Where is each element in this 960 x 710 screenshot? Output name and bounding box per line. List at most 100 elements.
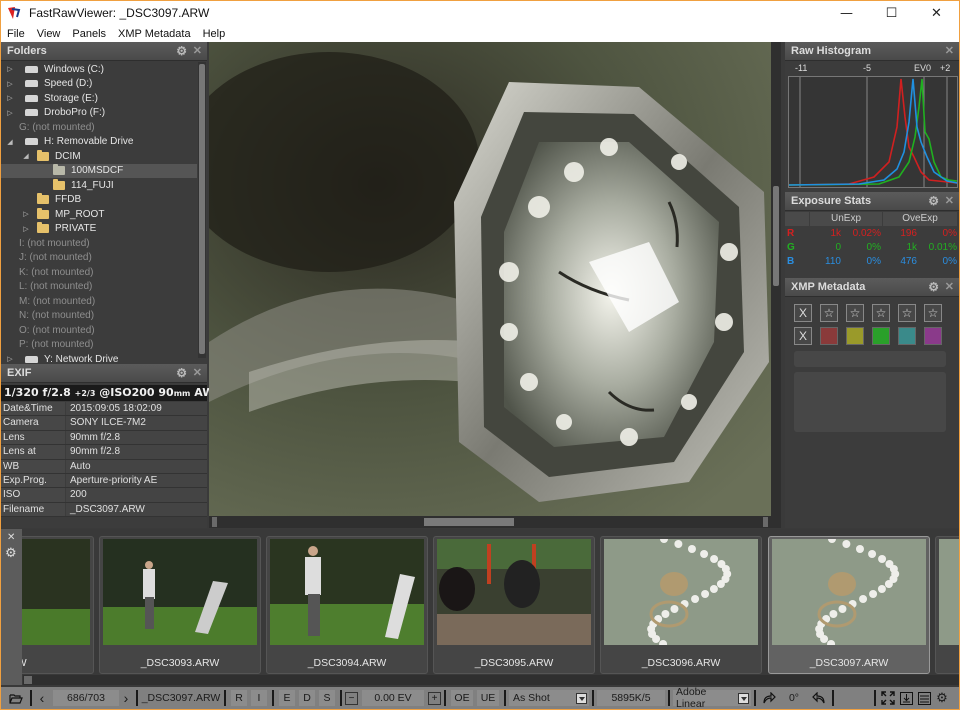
info-toggle[interactable]: I (251, 690, 267, 706)
settings-panel-icon[interactable] (915, 690, 933, 706)
viewer-horizontal-scrollbar[interactable] (209, 516, 771, 528)
embedded-toggle[interactable]: E (279, 690, 295, 706)
chevron-down-icon[interactable] (738, 692, 749, 704)
folder-tree-item[interactable]: 114_FUJI (1, 178, 197, 193)
folder-tree-item[interactable]: ◢ H: Removable Drive (1, 135, 197, 150)
close-panel-icon[interactable]: ✕ (945, 280, 954, 293)
xmp-title-field[interactable] (794, 351, 946, 367)
scroll-left-handle[interactable] (212, 517, 217, 527)
open-folder-icon[interactable] (5, 690, 27, 706)
color-label-button[interactable] (846, 327, 864, 345)
star-4-button[interactable]: ☆ (898, 304, 916, 322)
folder-tree-item[interactable]: ▷ Storage (E:) (1, 91, 197, 106)
star-2-button[interactable]: ☆ (846, 304, 864, 322)
collapsed-arrow-icon[interactable]: ▷ (5, 94, 15, 102)
folder-tree-item[interactable]: ▷ MP_ROOT (1, 207, 197, 222)
menu-help[interactable]: Help (197, 28, 232, 40)
gear-icon[interactable]: ⚙ (928, 194, 939, 208)
clear-color-button[interactable]: X (794, 327, 812, 345)
scrollbar-thumb[interactable] (773, 186, 779, 286)
menu-file[interactable]: File (1, 28, 31, 40)
raw-toggle[interactable]: R (231, 690, 247, 706)
folder-tree-item[interactable]: P: (not mounted) (1, 338, 197, 353)
folder-tree-item[interactable]: K: (not mounted) (1, 265, 197, 280)
star-5-button[interactable]: ☆ (924, 304, 942, 322)
collapsed-arrow-icon[interactable]: ▷ (5, 355, 15, 363)
scroll-right-handle[interactable] (763, 517, 768, 527)
collapsed-arrow-icon[interactable]: ▷ (5, 109, 15, 117)
star-1-button[interactable]: ☆ (820, 304, 838, 322)
folder-tree-item[interactable]: ▷ Speed (D:) (1, 77, 197, 92)
filmstrip-scrollbar[interactable] (23, 675, 959, 685)
xmp-description-field[interactable] (794, 372, 946, 432)
expanded-arrow-icon[interactable]: ◢ (21, 152, 31, 160)
gear-icon[interactable]: ⚙ (5, 546, 17, 561)
ev-increase-button[interactable]: + (428, 691, 441, 705)
color-label-button[interactable] (872, 327, 890, 345)
thumbnail-card[interactable]: .ARW (22, 536, 94, 674)
fullscreen-icon[interactable] (879, 690, 897, 706)
maximize-button[interactable]: ☐ (869, 1, 914, 25)
menu-view[interactable]: View (31, 28, 67, 40)
gear-icon[interactable]: ⚙ (928, 280, 939, 294)
color-label-button[interactable] (820, 327, 838, 345)
preferences-gear-icon[interactable]: ⚙ (933, 690, 951, 706)
folder-tree-item[interactable]: ▷ Windows (C:) (1, 62, 197, 77)
scrollbar-thumb[interactable] (424, 518, 514, 526)
gear-icon[interactable]: ⚙ (176, 44, 187, 58)
close-panel-icon[interactable]: ✕ (945, 194, 954, 207)
minimize-button[interactable]: — (824, 1, 869, 25)
close-panel-icon[interactable]: ✕ (193, 44, 202, 57)
folder-tree-item[interactable]: ▷ DroboPro (F:) (1, 106, 197, 121)
folder-tree-item[interactable]: L: (not mounted) (1, 280, 197, 295)
rotate-right-icon[interactable] (759, 690, 779, 706)
profile-select[interactable]: Adobe Linear (673, 686, 751, 709)
folder-tree-item[interactable]: ▷ PRIVATE (1, 222, 197, 237)
close-button[interactable]: ✕ (914, 1, 959, 25)
download-icon[interactable] (897, 690, 915, 706)
folder-tree-item[interactable]: G: (not mounted) (1, 120, 197, 135)
folder-tree-item[interactable]: I: (not mounted) (1, 236, 197, 251)
scrollbar-thumb[interactable] (24, 676, 32, 684)
rotate-left-icon[interactable] (809, 690, 829, 706)
overexposure-toggle[interactable]: OE (451, 690, 473, 706)
collapsed-arrow-icon[interactable]: ▷ (5, 65, 15, 73)
close-panel-icon[interactable]: ✕ (945, 44, 954, 57)
thumbnail-card[interactable]: _DSC3096.ARW (600, 536, 762, 674)
white-balance-select[interactable]: As Shot (509, 690, 589, 706)
thumbnail-card[interactable] (935, 536, 959, 674)
star-3-button[interactable]: ☆ (872, 304, 890, 322)
folder-tree-item[interactable]: N: (not mounted) (1, 309, 197, 324)
folder-tree-item[interactable]: 100MSDCF (1, 163, 197, 178)
thumbnail-card[interactable]: _DSC3094.ARW (266, 536, 428, 674)
thumbnail-card[interactable]: _DSC3097.ARW (768, 536, 930, 674)
menu-xmp-metadata[interactable]: XMP Metadata (112, 28, 197, 40)
folder-tree-item[interactable]: ◢ DCIM (1, 149, 197, 164)
folder-tree-item[interactable]: O: (not mounted) (1, 323, 197, 338)
color-label-button[interactable] (924, 327, 942, 345)
collapsed-arrow-icon[interactable]: ▷ (21, 225, 31, 233)
d-toggle[interactable]: D (299, 690, 315, 706)
viewer-vertical-scrollbar[interactable] (771, 42, 781, 528)
color-label-button[interactable] (898, 327, 916, 345)
underexposure-toggle[interactable]: UE (477, 690, 499, 706)
thumbnail-card[interactable]: _DSC3095.ARW (433, 536, 595, 674)
close-filmstrip-icon[interactable]: ✕ (7, 532, 15, 543)
next-button[interactable]: › (119, 690, 133, 706)
folder-tree-item[interactable]: FFDB (1, 193, 197, 208)
chevron-down-icon[interactable] (576, 692, 587, 704)
collapsed-arrow-icon[interactable]: ▷ (5, 80, 15, 88)
ev-decrease-button[interactable]: − (345, 691, 358, 705)
folder-tree-item[interactable]: J: (not mounted) (1, 251, 197, 266)
thumbnail-card[interactable]: _DSC3093.ARW (99, 536, 261, 674)
folder-tree-item[interactable]: M: (not mounted) (1, 294, 197, 309)
gear-icon[interactable]: ⚙ (176, 366, 187, 380)
image-viewer[interactable] (209, 42, 771, 516)
reject-button[interactable]: X (794, 304, 812, 322)
scrollbar-thumb[interactable] (199, 64, 205, 354)
menu-panels[interactable]: Panels (66, 28, 112, 40)
expanded-arrow-icon[interactable]: ◢ (5, 138, 15, 146)
collapsed-arrow-icon[interactable]: ▷ (21, 210, 31, 218)
previous-button[interactable]: ‹ (35, 690, 49, 706)
folders-scrollbar[interactable] (198, 62, 206, 358)
